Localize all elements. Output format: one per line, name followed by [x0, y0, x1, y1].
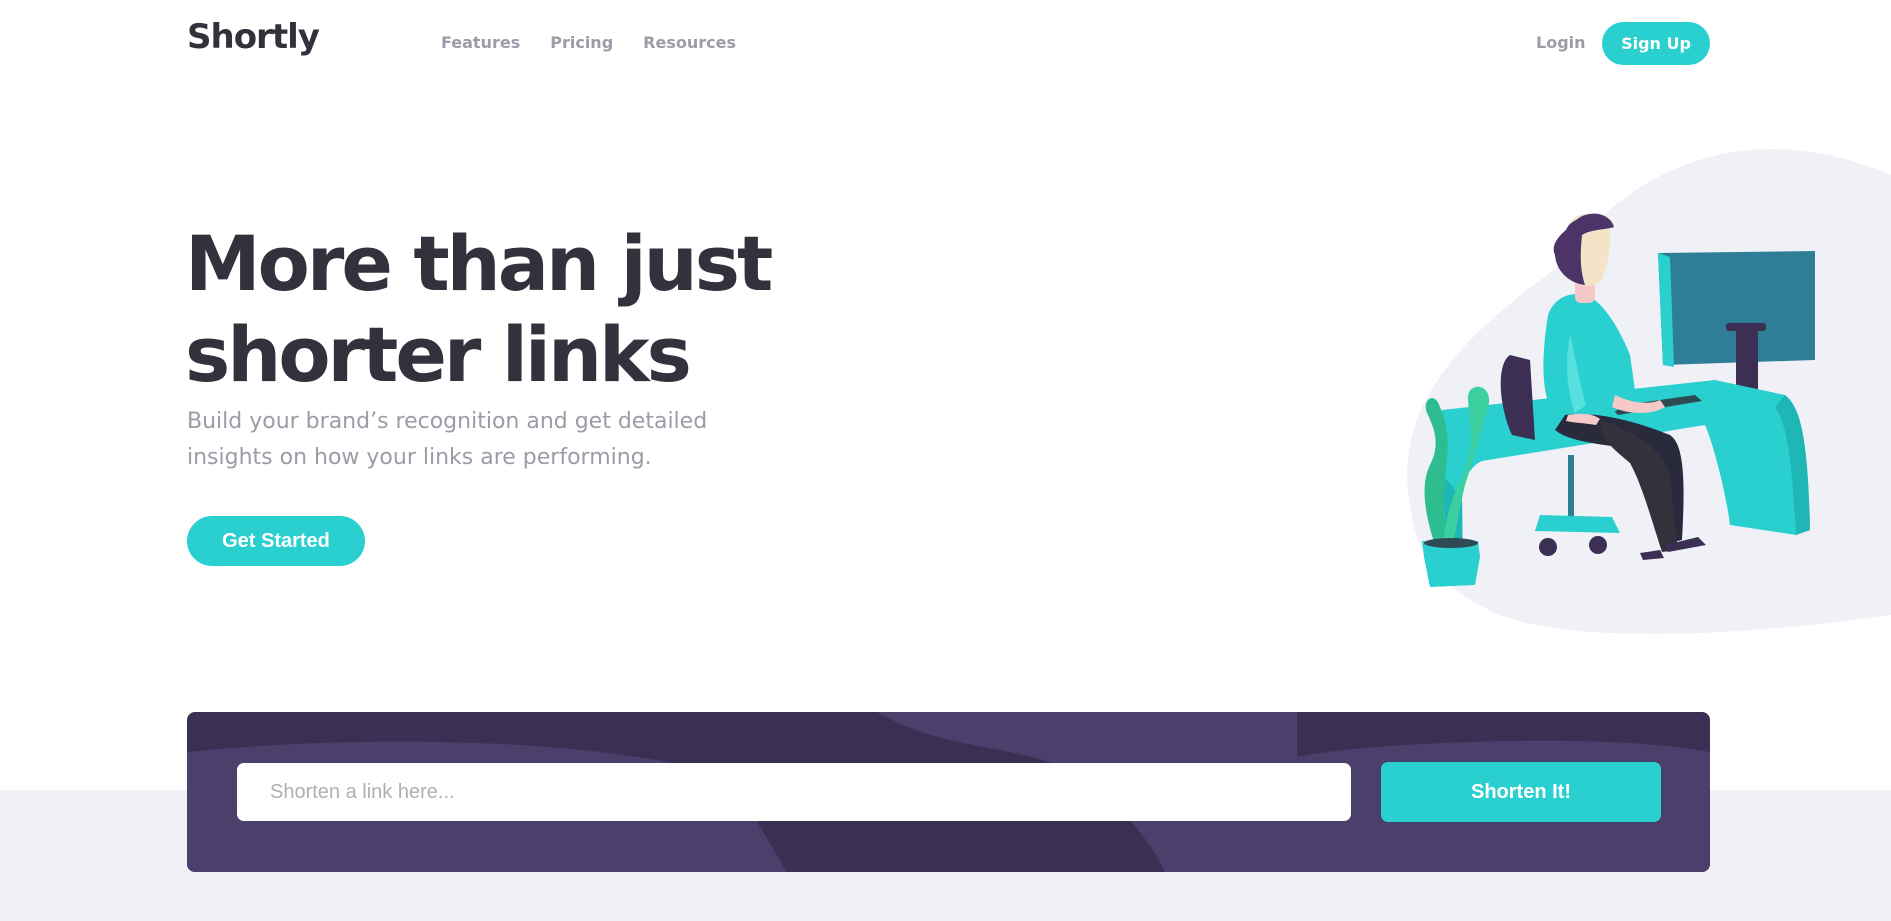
shorten-it-button[interactable]: Shorten It! [1381, 762, 1661, 822]
hero-title: More than just shorter links [185, 218, 805, 400]
hero-title-line-2: shorter links [185, 310, 692, 399]
hero-subtitle-line-1: Build your brand’s recognition and get d… [187, 409, 708, 434]
shorten-url-input[interactable] [237, 763, 1351, 821]
nav-link-features[interactable]: Features [441, 33, 520, 52]
nav-link-resources[interactable]: Resources [643, 33, 736, 52]
person-working-illustration [1407, 149, 1891, 634]
signup-button[interactable]: Sign Up [1602, 22, 1710, 65]
hero-subtitle: Build your brand’s recognition and get d… [187, 404, 747, 476]
shorten-panel: Shorten It! [187, 712, 1710, 872]
get-started-button[interactable]: Get Started [187, 516, 365, 566]
logo[interactable]: Shortly [187, 17, 320, 57]
hero-title-line-1: More than just [185, 219, 773, 308]
nav-link-pricing[interactable]: Pricing [550, 33, 613, 52]
hero-subtitle-line-2: insights on how your links are performin… [187, 445, 652, 470]
login-link[interactable]: Login [1536, 33, 1586, 52]
main-nav: Features Pricing Resources [441, 33, 736, 52]
